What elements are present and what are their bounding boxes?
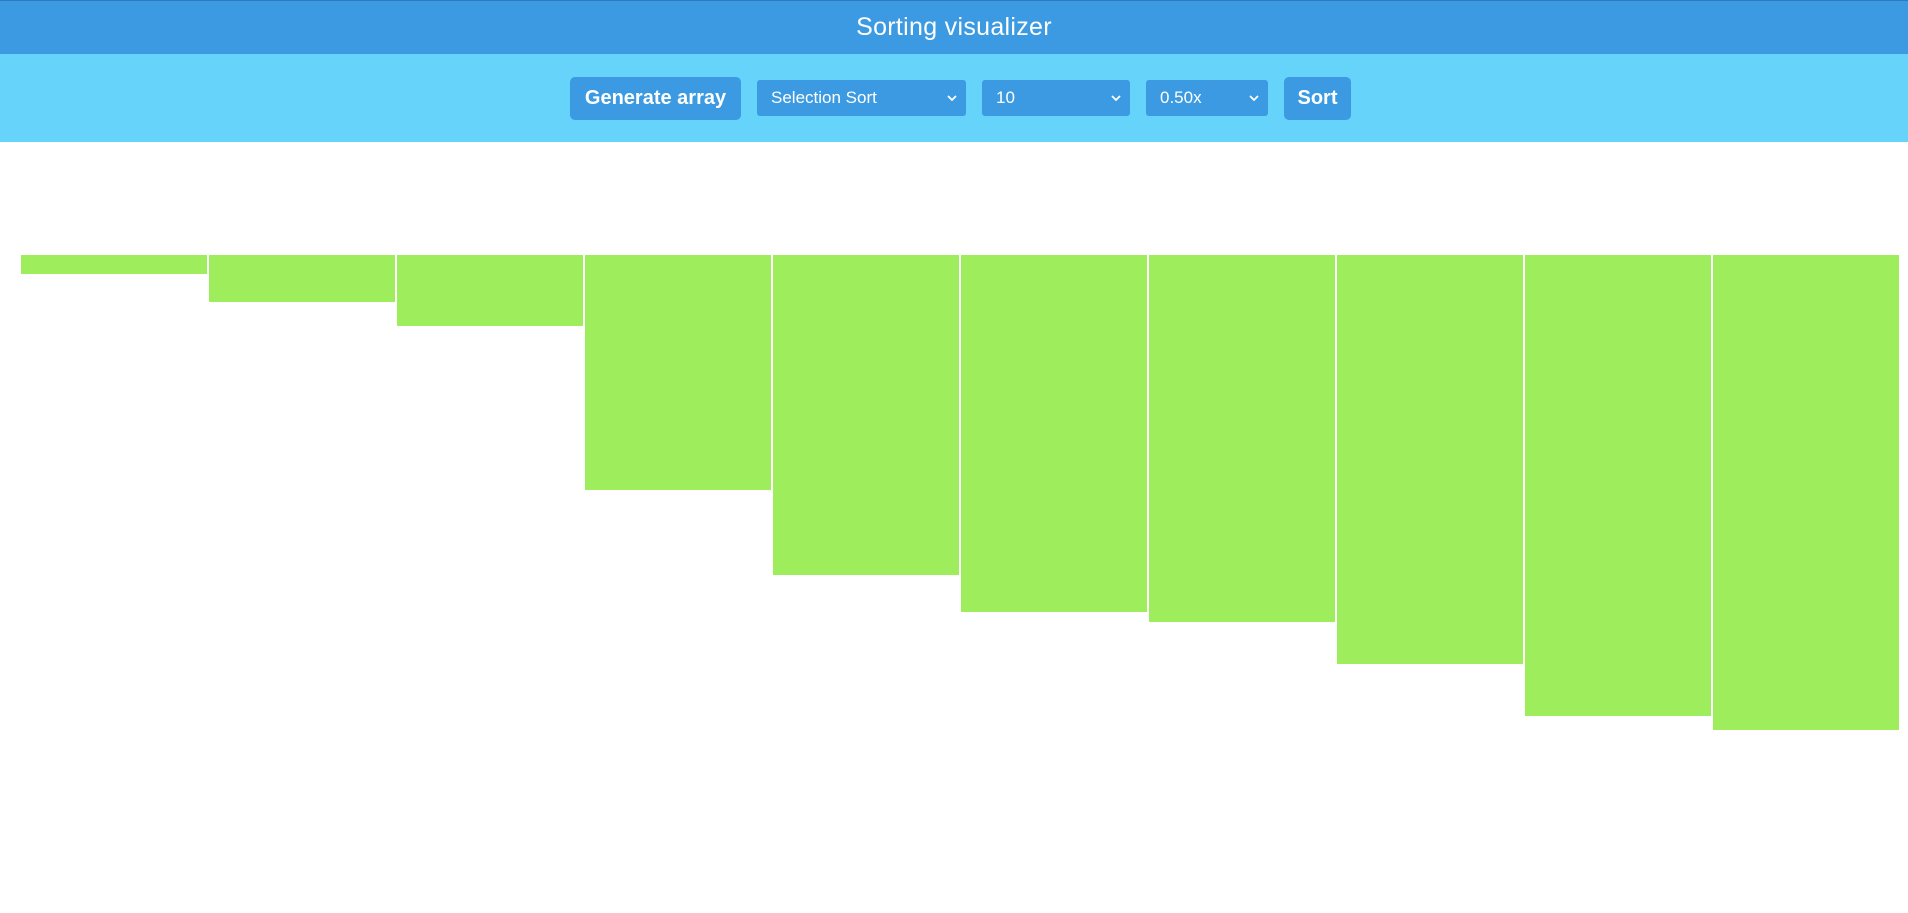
algorithm-select-value: Selection Sort: [771, 88, 877, 107]
sort-button[interactable]: Sort: [1284, 77, 1351, 120]
app-title: Sorting visualizer: [856, 13, 1052, 41]
array-bar: [397, 255, 583, 326]
generate-array-label: Generate array: [584, 87, 727, 109]
array-bar: [1149, 255, 1335, 622]
array-bar: [585, 255, 771, 491]
array-bar: [1713, 255, 1899, 730]
speed-select[interactable]: 0.50x: [1146, 80, 1268, 116]
toolbar: Generate array Selection Sort 10 0.50x S…: [0, 54, 1908, 142]
speed-select-value: 0.50x: [1160, 88, 1202, 107]
array-bar: [1525, 255, 1711, 716]
title-bar: Sorting visualizer: [0, 0, 1908, 54]
chevron-down-icon: [1249, 95, 1259, 102]
array-bar: [1337, 255, 1523, 665]
generate-array-button[interactable]: Generate array: [570, 77, 741, 120]
algorithm-select[interactable]: Selection Sort: [757, 80, 966, 116]
array-size-select-value: 10: [996, 88, 1015, 107]
array-bar: [961, 255, 1147, 613]
chevron-down-icon: [947, 95, 957, 102]
array-bar: [21, 255, 207, 274]
array-bar: [773, 255, 959, 575]
array-bar: [209, 255, 395, 303]
sort-button-label: Sort: [1297, 87, 1338, 109]
chevron-down-icon: [1111, 95, 1121, 102]
array-size-select[interactable]: 10: [982, 80, 1130, 116]
